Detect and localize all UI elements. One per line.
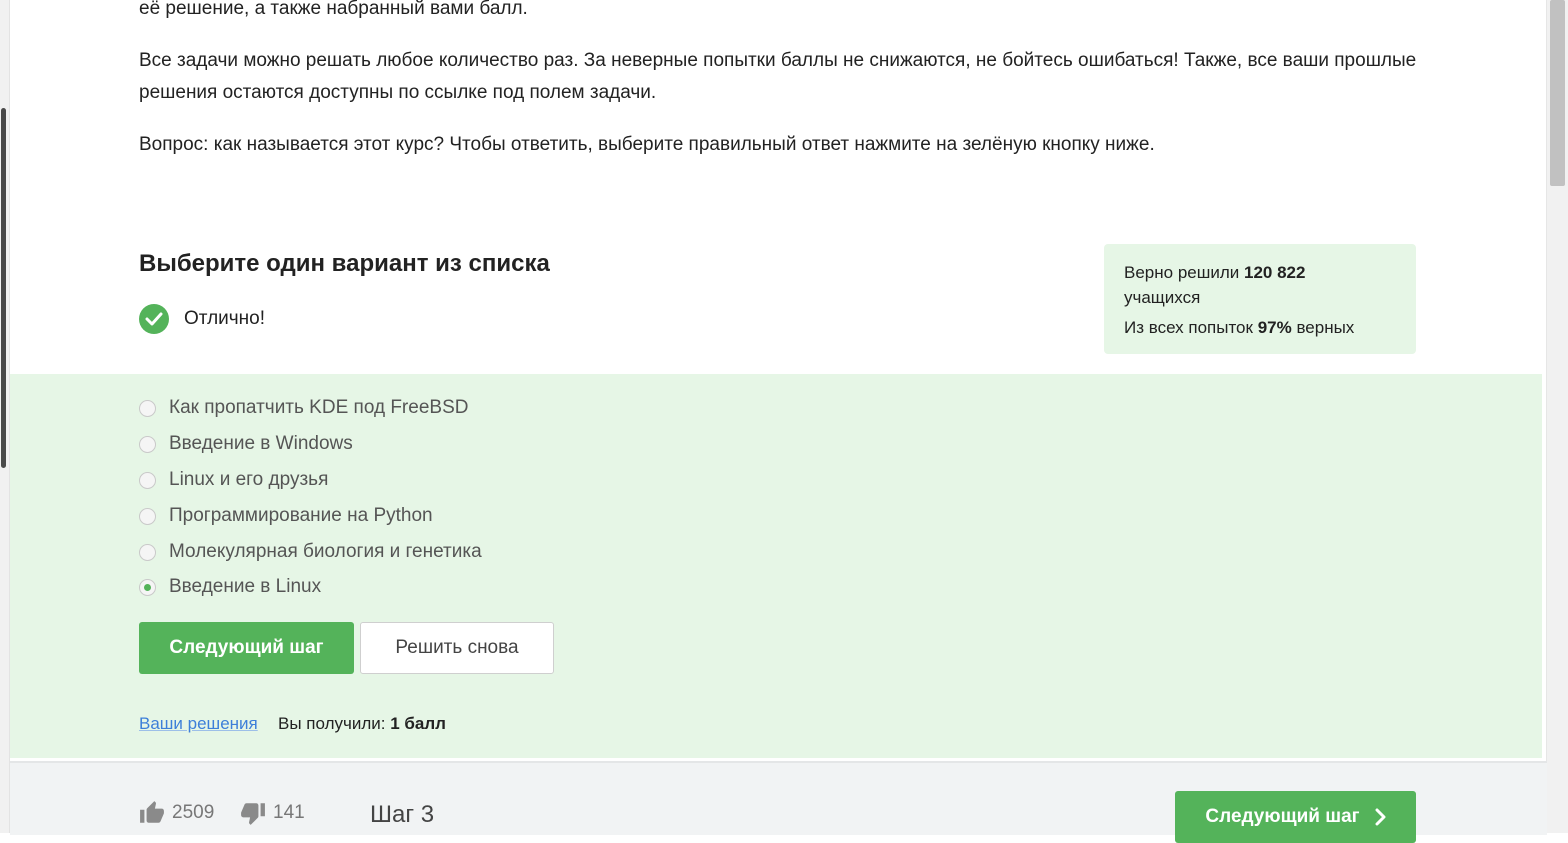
quiz-title: Выберите один вариант из списка (139, 250, 550, 277)
radio-button[interactable] (139, 543, 156, 561)
result-status-text: Отлично! (184, 308, 266, 329)
like-count: 2509 (172, 802, 215, 823)
option-item[interactable]: Как пропатчить KDE под FreeBSD (139, 395, 468, 421)
option-item[interactable]: Программирование на Python (139, 503, 433, 529)
next-step-button[interactable]: Следующий шаг (139, 622, 354, 674)
footer-next-step-button[interactable]: Следующий шаг (1175, 791, 1416, 843)
stats-box: Верно решили 120 822 учащихся Из всех по… (1104, 244, 1416, 354)
option-label: Как пропатчить KDE под FreeBSD (169, 397, 469, 418)
intro-paragraph-end: её решение, а также набранный вами балл. (139, 0, 528, 19)
radio-button[interactable] (139, 399, 156, 417)
stats-attempts: Из всех попыток 97% верных (1124, 315, 1396, 340)
page-scrollbar-thumb[interactable] (1550, 0, 1565, 186)
option-label: Программирование на Python (169, 505, 433, 526)
stats-attempts-percent: 97% (1257, 318, 1292, 337)
intro-paragraph-attempts: Все задачи можно решать любое количество… (139, 50, 1417, 103)
score-value: 1 балл (390, 714, 446, 733)
like-button[interactable]: 2509 (139, 800, 214, 826)
radio-button-checked[interactable] (139, 578, 156, 596)
option-item[interactable]: Linux и его друзья (139, 467, 328, 493)
stats-solved-count: 120 822 (1244, 263, 1306, 282)
retry-button[interactable]: Решить снова (360, 622, 554, 674)
footer-next-step-label: Следующий шаг (1205, 806, 1360, 827)
option-label: Linux и его друзья (169, 469, 329, 490)
page-scrollbar[interactable] (1546, 0, 1568, 833)
stats-solved: Верно решили 120 822 учащихся (1124, 260, 1396, 310)
thumbs-up-icon (140, 801, 164, 823)
option-item-selected[interactable]: Введение в Linux (139, 574, 321, 600)
result-status: Отлично! (139, 303, 265, 335)
score-prefix: Вы получили: (278, 714, 386, 733)
radio-button[interactable] (139, 471, 156, 489)
dislike-button[interactable]: 141 (240, 800, 305, 826)
option-label: Введение в Linux (169, 576, 322, 597)
stats-attempts-prefix: Из всех попыток (1124, 318, 1253, 337)
left-panel-scrollbar[interactable] (0, 0, 10, 833)
stats-solved-suffix: учащихся (1124, 288, 1201, 307)
option-item[interactable]: Молекулярная биология и генетика (139, 539, 482, 565)
check-icon (139, 304, 169, 334)
left-scrollbar-thumb[interactable] (1, 108, 6, 468)
stats-attempts-suffix: верных (1296, 318, 1355, 337)
option-item[interactable]: Введение в Windows (139, 431, 353, 457)
radio-button[interactable] (139, 507, 156, 525)
option-label: Молекулярная биология и генетика (169, 541, 482, 562)
answer-area: Как пропатчить KDE под FreeBSD Введение … (10, 374, 1542, 758)
chevron-right-icon (1374, 808, 1386, 826)
step-label: Шаг 3 (370, 801, 435, 828)
thumbs-down-icon (241, 803, 265, 825)
your-solutions-link[interactable]: Ваши решения (139, 714, 258, 734)
radio-button[interactable] (139, 435, 156, 453)
step-footer: 2509 141 Шаг 3 Следующий шаг (10, 761, 1547, 843)
dislike-count: 141 (273, 802, 305, 823)
stats-solved-prefix: Верно решили (1124, 263, 1240, 282)
score-text: Вы получили: 1 балл (278, 714, 446, 734)
option-label: Введение в Windows (169, 433, 353, 454)
question-text: Вопрос: как называется этот курс? Чтобы … (139, 134, 1155, 155)
